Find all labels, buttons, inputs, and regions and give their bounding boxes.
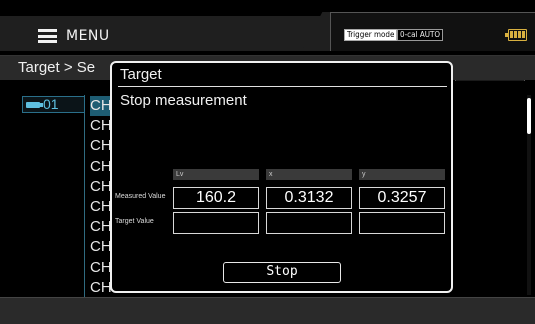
- menu-label: MENU: [66, 28, 110, 44]
- list-item[interactable]: CH: [90, 96, 112, 117]
- column-header-y: y: [359, 169, 445, 180]
- hamburger-icon: [38, 29, 57, 43]
- list-item[interactable]: CH: [90, 177, 112, 197]
- measured-y-value: 0.3257: [359, 187, 445, 209]
- trigger-mode-badge: Trigger mode: [344, 29, 398, 41]
- column-divider: [84, 95, 85, 297]
- zero-cal-badge: 0-cal AUTO: [397, 29, 444, 41]
- channel-list: CH CH CH CH CH CH CH CH CH CH: [90, 96, 112, 298]
- probe-icon: [26, 102, 43, 109]
- dialog-message: Stop measurement: [120, 92, 247, 109]
- list-item[interactable]: CH: [90, 217, 112, 237]
- probe-item-01[interactable]: 01: [22, 96, 85, 113]
- measured-value-label: Measured Value: [115, 193, 166, 200]
- scrollbar-thumb[interactable]: [527, 98, 531, 134]
- probe-item-label: 01: [43, 96, 59, 112]
- list-item[interactable]: CH: [90, 157, 112, 177]
- battery-icon: [505, 29, 527, 41]
- column-header-lv: Lv: [173, 169, 259, 180]
- menu-button[interactable]: MENU: [38, 24, 110, 48]
- stop-button[interactable]: Stop: [223, 262, 341, 283]
- measured-x-value: 0.3132: [266, 187, 352, 209]
- bottom-bar: [0, 297, 535, 324]
- list-item[interactable]: CH: [90, 136, 112, 156]
- list-item[interactable]: CH: [90, 197, 112, 217]
- stop-measurement-dialog: Target Stop measurement Lv x y Measured …: [110, 61, 453, 293]
- target-value-label: Target Value: [115, 218, 154, 225]
- dialog-title: Target: [120, 66, 162, 83]
- list-item[interactable]: CH: [90, 116, 112, 136]
- target-x-field[interactable]: [266, 212, 352, 234]
- target-lv-field[interactable]: [173, 212, 259, 234]
- breadcrumb: Target > Se: [18, 59, 96, 76]
- list-item[interactable]: CH: [90, 237, 112, 257]
- column-header-x: x: [266, 169, 352, 180]
- dialog-divider: [118, 86, 447, 87]
- list-item[interactable]: CH: [90, 258, 112, 278]
- measured-lv-value: 160.2: [173, 187, 259, 209]
- list-item[interactable]: CH: [90, 278, 112, 298]
- target-y-field[interactable]: [359, 212, 445, 234]
